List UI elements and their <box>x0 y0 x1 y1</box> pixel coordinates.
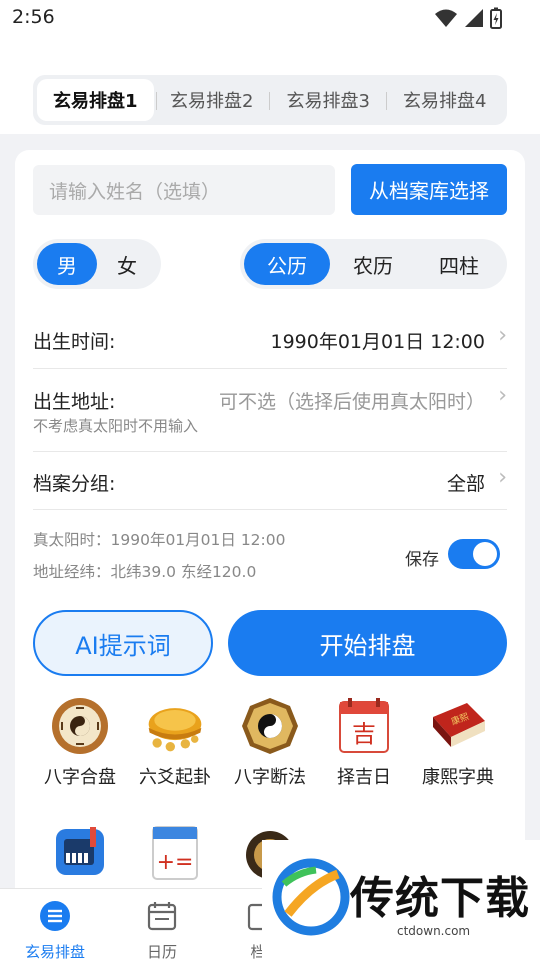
coordinates-text: 地址经纬：北纬39.0 东经120.0 <box>33 563 257 581</box>
tool-auspicious-day[interactable]: 吉 择吉日 <box>316 695 412 789</box>
chart-form-card: 请输入姓名（选填） 从档案库选择 男 女 公历 农历 四柱 出生时间: 1990… <box>15 150 525 910</box>
birth-place-hint: 不考虑真太阳时不用输入 <box>33 417 199 435</box>
select-from-archive-button[interactable]: 从档案库选择 <box>351 164 507 215</box>
status-icons <box>434 7 502 29</box>
start-chart-button[interactable]: 开始排盘 <box>228 610 507 676</box>
calendar-pillars-option[interactable]: 四柱 <box>416 243 502 285</box>
name-input-placeholder: 请输入姓名（选填） <box>49 180 221 203</box>
calendar-solar-option[interactable]: 公历 <box>244 243 330 285</box>
ai-prompt-button[interactable]: AI提示词 <box>33 610 213 676</box>
nav-item-paipan[interactable]: 玄易排盘 <box>10 899 100 960</box>
keyboard-app-icon <box>49 820 111 882</box>
gender-selector: 男 女 <box>33 239 161 289</box>
tab-chart-3[interactable]: 玄易排盘3 <box>270 79 387 121</box>
calendar-numbers-icon: += <box>144 820 206 882</box>
chevron-right-icon: › <box>498 383 507 408</box>
lucky-calendar-icon: 吉 <box>333 695 395 757</box>
tortoise-coins-icon <box>144 695 206 757</box>
tab-chart-2[interactable]: 玄易排盘2 <box>154 79 270 121</box>
yinyang-compass-icon <box>239 695 301 757</box>
watermark-emblem-icon <box>272 858 350 936</box>
calendar-icon <box>147 902 177 931</box>
tab-label: 玄易排盘3 <box>286 91 370 112</box>
toggle-knob <box>473 542 497 566</box>
tool-label: 择吉日 <box>337 767 391 788</box>
gender-male-option[interactable]: 男 <box>37 243 97 285</box>
calendar-type-selector: 公历 农历 四柱 <box>240 239 507 289</box>
watermark-url: ctdown.com <box>397 924 471 938</box>
birth-place-label: 出生地址: <box>33 391 116 413</box>
tool-label: 八字合盘 <box>44 767 116 788</box>
tool-keyboard[interactable] <box>32 820 128 882</box>
chevron-right-icon: › <box>498 465 507 490</box>
chevron-right-icon: › <box>498 323 507 348</box>
tool-bazi-match[interactable]: 八字合盘 <box>32 695 128 789</box>
save-label: 保存 <box>405 550 439 570</box>
battery-icon <box>490 7 502 29</box>
svg-text:+=: += <box>157 850 194 875</box>
birth-time-value: 1990年01月01日 12:00 <box>270 331 485 353</box>
birth-place-value: 可不选（选择后使用真太阳时） <box>218 391 485 413</box>
tab-chart-1[interactable]: 玄易排盘1 <box>37 79 157 121</box>
watermark-logo: 传统下载 ctdown.com <box>262 840 540 960</box>
svg-text:吉: 吉 <box>352 720 376 748</box>
birth-place-row[interactable]: 出生地址: 可不选（选择后使用真太阳时） › 不考虑真太阳时不用输入 <box>33 369 507 452</box>
watermark-title: 传统下载 <box>350 873 530 924</box>
tool-liuyao[interactable]: 六爻起卦 <box>127 695 223 789</box>
dictionary-book-icon: 康熙 <box>427 695 489 757</box>
tool-bazi-analysis[interactable]: 八字断法 <box>222 695 318 789</box>
nav-item-calendar[interactable]: 日历 <box>117 899 207 960</box>
tool-calendar[interactable]: += <box>127 820 223 882</box>
list-icon <box>40 901 70 931</box>
save-toggle[interactable] <box>448 539 500 569</box>
archive-group-row[interactable]: 档案分组: 全部 › <box>33 452 507 510</box>
tool-label: 康熙字典 <box>422 767 494 788</box>
status-bar: 2:56 <box>0 0 540 36</box>
birth-time-label: 出生时间: <box>33 331 116 353</box>
tab-label: 玄易排盘1 <box>52 91 138 112</box>
archive-group-label: 档案分组: <box>33 473 116 495</box>
tab-label: 玄易排盘4 <box>403 91 487 112</box>
nav-label: 玄易排盘 <box>24 943 85 960</box>
bagua-plate-icon <box>49 695 111 757</box>
chart-tabs: 玄易排盘1 玄易排盘2 玄易排盘3 玄易排盘4 <box>33 75 507 125</box>
tool-label: 八字断法 <box>234 767 306 788</box>
archive-group-value: 全部 <box>446 473 485 495</box>
wifi-icon <box>435 9 457 27</box>
calendar-lunar-option[interactable]: 农历 <box>330 243 416 285</box>
true-solar-time-text: 真太阳时：1990年01月01日 12:00 <box>33 531 286 549</box>
status-time: 2:56 <box>12 6 55 28</box>
tab-chart-4[interactable]: 玄易排盘4 <box>387 79 504 121</box>
tool-label: 六爻起卦 <box>139 767 211 788</box>
gender-female-option[interactable]: 女 <box>97 243 157 285</box>
signal-icon <box>465 9 483 27</box>
nav-label: 日历 <box>146 943 177 960</box>
tool-kangxi-dictionary[interactable]: 康熙 康熙字典 <box>410 695 506 789</box>
name-input[interactable]: 请输入姓名（选填） <box>33 165 335 215</box>
birth-time-row[interactable]: 出生时间: 1990年01月01日 12:00 › <box>33 305 507 369</box>
tab-label: 玄易排盘2 <box>170 91 254 112</box>
